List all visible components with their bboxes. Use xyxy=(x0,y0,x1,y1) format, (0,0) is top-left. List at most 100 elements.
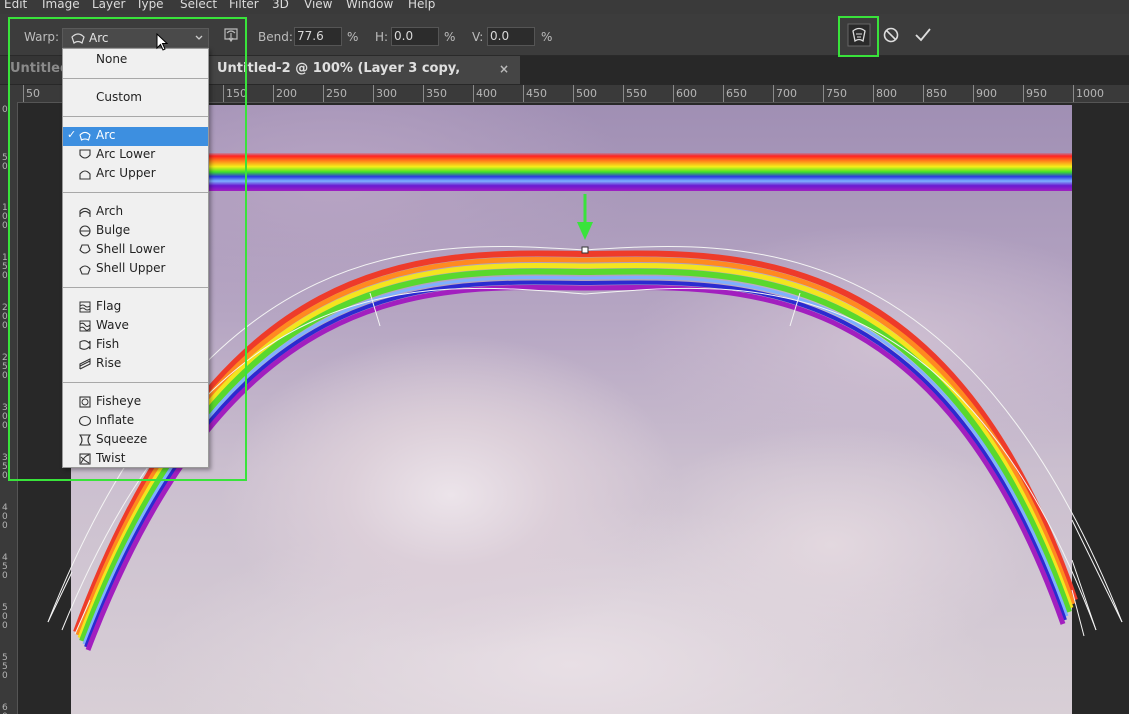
bend-input[interactable]: 77.6 xyxy=(294,27,342,46)
dropdown-separator xyxy=(63,382,208,383)
ruler-v-label: 5 0 xyxy=(2,153,8,172)
h-percent: % xyxy=(444,30,456,44)
rise-icon xyxy=(79,358,91,373)
ruler-h-label: 850 xyxy=(926,87,947,100)
dropdown-item-fisheye[interactable]: Fisheye xyxy=(63,393,208,412)
arch-icon xyxy=(79,206,91,221)
h-label: H: xyxy=(375,30,389,44)
dropdown-item-label: Fisheye xyxy=(96,394,142,408)
dropdown-separator xyxy=(63,287,208,288)
ruler-v-label: 5 0 0 xyxy=(2,603,8,631)
menu-edit[interactable]: Edit xyxy=(4,0,27,11)
fish-icon xyxy=(79,339,91,354)
dropdown-item-none[interactable]: None xyxy=(63,51,208,70)
menu-3d[interactable]: 3D xyxy=(272,0,289,11)
ruler-v-label: 2 5 0 xyxy=(2,353,8,381)
dropdown-item-label: Flag xyxy=(96,299,122,313)
dropdown-item-fish[interactable]: Fish xyxy=(63,336,208,355)
ruler-h-label: 300 xyxy=(376,87,397,100)
dropdown-separator xyxy=(63,78,208,79)
menu-view[interactable]: View xyxy=(304,0,332,11)
ruler-h-label: 650 xyxy=(726,87,747,100)
menu-type[interactable]: Type xyxy=(136,0,164,11)
dropdown-item-inflate[interactable]: Inflate xyxy=(63,412,208,431)
ruler-h-tick xyxy=(423,85,424,102)
ruler-h-tick xyxy=(1073,85,1074,102)
dropdown-item-label: Bulge xyxy=(96,223,131,237)
ruler-v-label: 4 5 0 xyxy=(2,553,8,581)
dropdown-item-shell-upper[interactable]: Shell Upper xyxy=(63,260,208,279)
cancel-transform-icon[interactable] xyxy=(882,26,900,47)
dropdown-item-rise[interactable]: Rise xyxy=(63,355,208,374)
flag-icon xyxy=(79,301,91,316)
ruler-h-label: 800 xyxy=(876,87,897,100)
dropdown-item-arc-upper[interactable]: Arc Upper xyxy=(63,165,208,184)
twist-icon xyxy=(79,453,91,468)
dropdown-item-flag[interactable]: Flag xyxy=(63,298,208,317)
dropdown-item-label: None xyxy=(96,52,128,66)
ruler-v-label: 1 0 0 xyxy=(2,203,8,231)
bend-percent: % xyxy=(347,30,359,44)
v-distortion-input[interactable]: 0.0 xyxy=(487,27,535,46)
menu-layer[interactable]: Layer xyxy=(92,0,125,11)
tab-untitled-2[interactable]: Untitled-2 @ 100% (Layer 3 copy, RGB/8#)… xyxy=(206,56,520,102)
wave-icon xyxy=(79,320,91,335)
dropdown-item-arc-lower[interactable]: Arc Lower xyxy=(63,146,208,165)
v-label: V: xyxy=(472,30,484,44)
warp-style-dropdown: None Custom ✓ Arc Arc Lower Arc Upper Arch Bulg… xyxy=(62,48,209,468)
bulge-icon xyxy=(79,225,91,240)
ruler-h-tick xyxy=(473,85,474,102)
ruler-h-label: 200 xyxy=(276,87,297,100)
dropdown-item-label: Custom xyxy=(96,90,142,104)
ruler-h-tick xyxy=(873,85,874,102)
ruler-h-label: 900 xyxy=(976,87,997,100)
ruler-h-tick xyxy=(723,85,724,102)
arc-lower-icon xyxy=(79,149,91,164)
ruler-v-label: 0 xyxy=(2,105,8,115)
ruler-h-label: 1000 xyxy=(1076,87,1104,100)
v-percent: % xyxy=(541,30,553,44)
ruler-h-tick xyxy=(673,85,674,102)
dropdown-item-twist[interactable]: Twist xyxy=(63,450,208,469)
ruler-h-tick xyxy=(373,85,374,102)
checkmark-icon: ✓ xyxy=(67,128,77,141)
dropdown-item-squeeze[interactable]: Squeeze xyxy=(63,431,208,450)
dropdown-item-label: Arc Lower xyxy=(96,147,156,161)
dropdown-separator xyxy=(63,116,208,117)
menu-image[interactable]: Image xyxy=(42,0,80,11)
shell-upper-icon xyxy=(79,263,91,278)
dropdown-item-shell-lower[interactable]: Shell Lower xyxy=(63,241,208,260)
squeeze-icon xyxy=(78,434,92,449)
close-tab-icon[interactable]: × xyxy=(499,56,509,82)
dropdown-item-arch[interactable]: Arch xyxy=(63,203,208,222)
menu-help[interactable]: Help xyxy=(408,0,435,11)
dropdown-item-label: Arch xyxy=(96,204,124,218)
h-distortion-input[interactable]: 0.0 xyxy=(391,27,439,46)
ruler-h-tick xyxy=(973,85,974,102)
commit-transform-icon[interactable] xyxy=(913,26,933,47)
ruler-h-label: 400 xyxy=(476,87,497,100)
ruler-h-tick xyxy=(1023,85,1024,102)
dropdown-item-bulge[interactable]: Bulge xyxy=(63,222,208,241)
ruler-h-label: 750 xyxy=(826,87,847,100)
ruler-h-label: 700 xyxy=(776,87,797,100)
ruler-h-label: 950 xyxy=(1026,87,1047,100)
ruler-h-label: 500 xyxy=(576,87,597,100)
ruler-h-tick xyxy=(923,85,924,102)
ruler-h-tick xyxy=(573,85,574,102)
dropdown-item-custom[interactable]: Custom xyxy=(63,89,208,108)
ruler-v-label: 6 0 xyxy=(2,703,8,714)
menu-window[interactable]: Window xyxy=(346,0,393,11)
warp-mode-highlight xyxy=(838,16,879,57)
dropdown-item-label: Twist xyxy=(96,451,126,465)
arc-icon xyxy=(79,130,91,145)
shell-lower-icon xyxy=(79,244,91,259)
dropdown-item-label: Inflate xyxy=(96,413,135,427)
dropdown-item-wave[interactable]: Wave xyxy=(63,317,208,336)
bend-label: Bend: xyxy=(258,30,293,44)
ruler-h-tick xyxy=(523,85,524,102)
arc-upper-icon xyxy=(79,168,91,183)
menu-select[interactable]: Select xyxy=(180,0,217,11)
dropdown-item-arc[interactable]: ✓ Arc xyxy=(63,127,208,146)
menu-filter[interactable]: Filter xyxy=(229,0,259,11)
